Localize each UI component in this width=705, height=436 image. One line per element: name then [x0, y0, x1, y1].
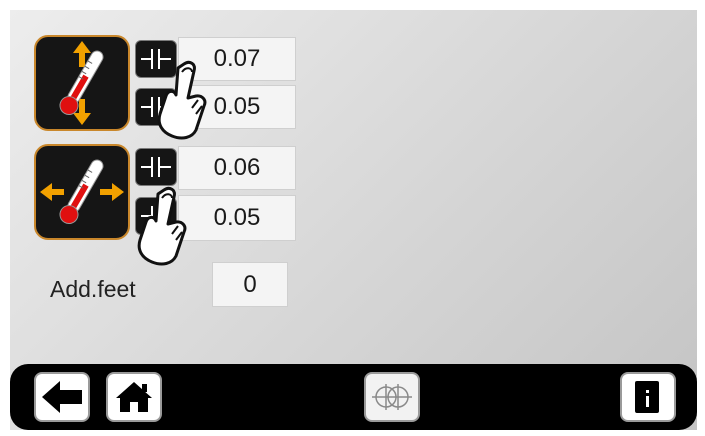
- crosshair-button[interactable]: [364, 372, 420, 422]
- add-feet-field[interactable]: 0: [212, 262, 288, 307]
- info-icon: [635, 381, 659, 413]
- add-feet-label: Add.feet: [50, 276, 136, 302]
- home-button[interactable]: [106, 372, 162, 422]
- lower-value-field-2[interactable]: 0.05: [178, 195, 296, 241]
- capacitor-button-upper-1[interactable]: [135, 40, 177, 78]
- bottom-toolbar: [10, 364, 697, 430]
- lower-value-field-1[interactable]: 0.05: [178, 85, 296, 129]
- capacitor-icon: [141, 97, 171, 117]
- main-screen: 0.07 0.05 0.06 0.05 Add.feet 0: [10, 10, 697, 430]
- thermometer-vertical-arrows-icon[interactable]: [34, 35, 130, 131]
- upper-value-field-1[interactable]: 0.07: [178, 37, 296, 81]
- thermometer-horizontal-arrows-icon[interactable]: [34, 144, 130, 240]
- capacitor-icon: [141, 206, 171, 226]
- crosshair-icon: [372, 384, 412, 410]
- capacitor-button-upper-2[interactable]: [135, 148, 177, 186]
- capacitor-button-lower-1[interactable]: [135, 88, 177, 126]
- capacitor-button-lower-2[interactable]: [135, 197, 177, 235]
- info-button[interactable]: [620, 372, 676, 422]
- upper-value-field-2[interactable]: 0.06: [178, 146, 296, 190]
- capacitor-icon: [141, 49, 171, 69]
- back-arrow-icon: [42, 381, 82, 413]
- capacitor-icon: [141, 157, 171, 177]
- back-button[interactable]: [34, 372, 90, 422]
- home-icon: [116, 382, 152, 412]
